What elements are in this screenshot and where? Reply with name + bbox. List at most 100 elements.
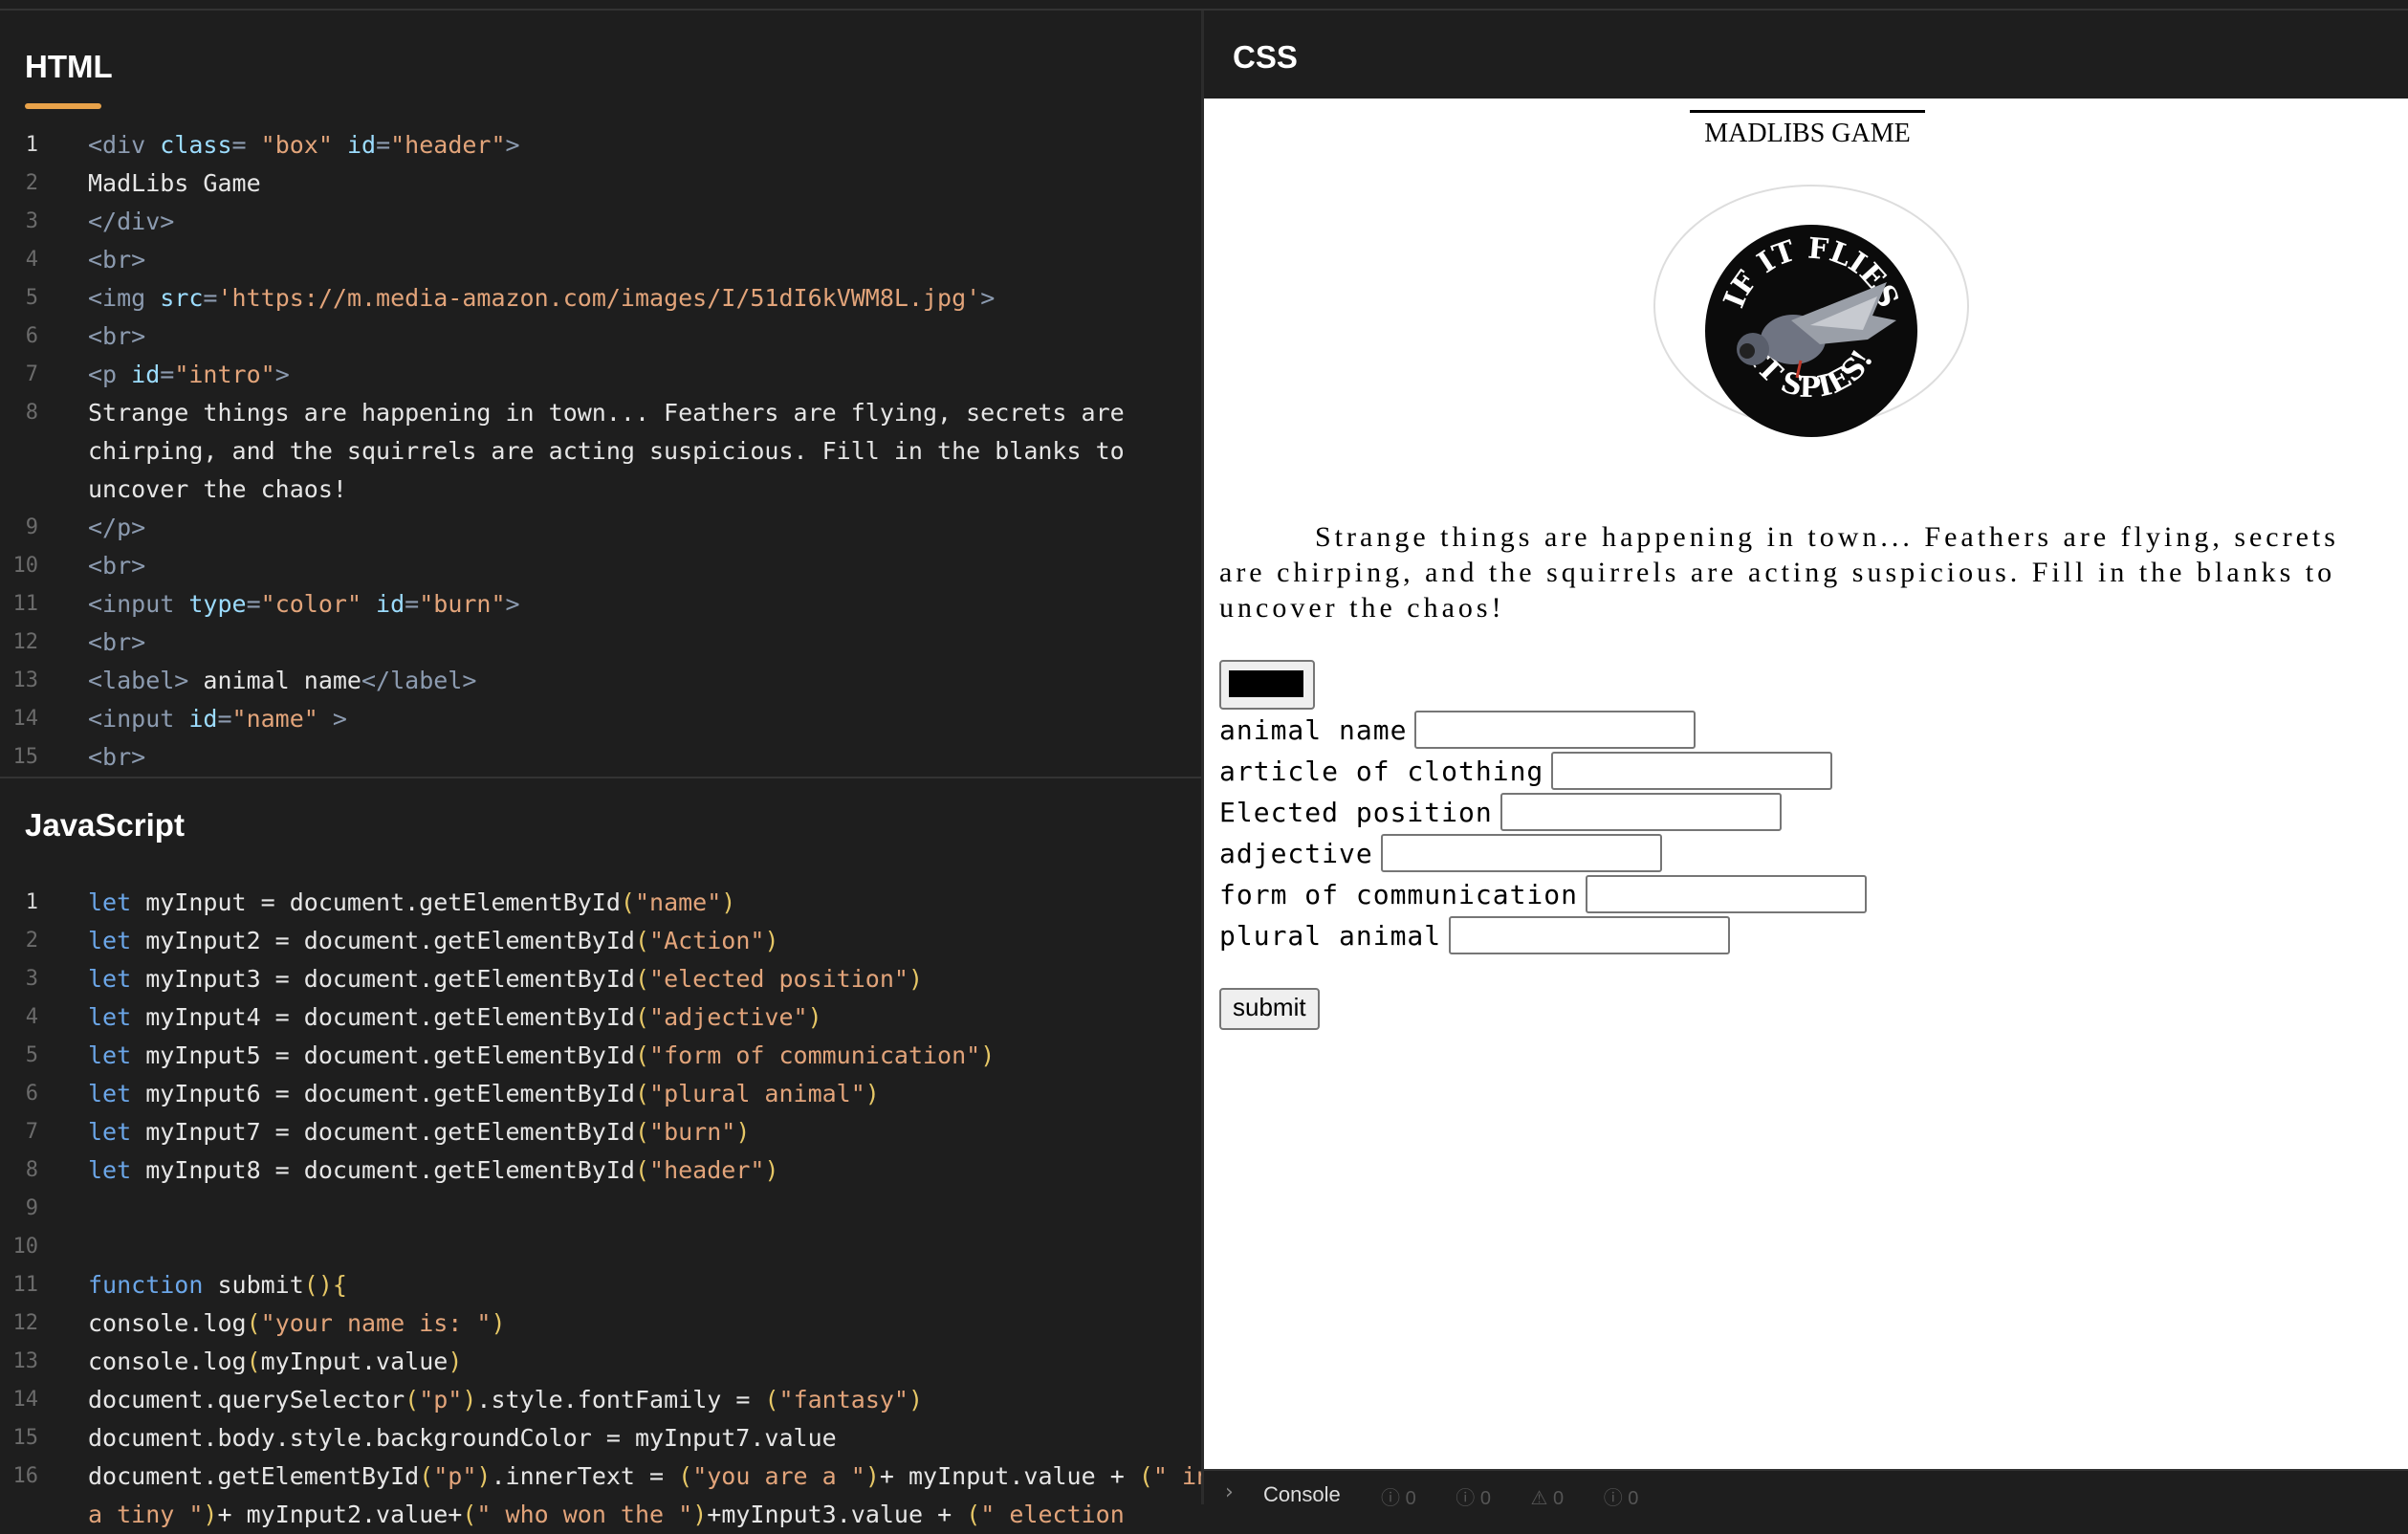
code-line: 8 let myInput8 = document.getElementById(… [0, 1151, 1201, 1190]
code-line: 4 let myInput4 = document.getElementById(… [0, 998, 1201, 1037]
css-pane-title[interactable]: CSS [1233, 39, 1298, 76]
line-number: 9 [25, 515, 38, 539]
code-line: 1 let myInput = document.getElementById("… [0, 884, 1201, 922]
field-label: Elected position [1219, 796, 1493, 828]
adjective-input[interactable] [1380, 834, 1662, 872]
form-of-communication-field: form of communication [1219, 875, 1868, 913]
field-label: animal name [1219, 713, 1408, 746]
code-text[interactable]: let myInput8 = document.getElementById("… [88, 1151, 1192, 1190]
line-number: 1 [25, 890, 38, 914]
warning-count: ⚠ 0 [1530, 1488, 1565, 1509]
code-text[interactable]: let myInput5 = document.getElementById("… [88, 1037, 1192, 1075]
code-line: 8 Strange things are happening in town..… [0, 394, 1201, 509]
code-text[interactable]: Strange things are happening in town... … [88, 394, 1130, 509]
line-number: 8 [25, 401, 38, 425]
line-number: 2 [25, 929, 38, 953]
code-text-wrapped[interactable]: a tiny ")+ myInput2.value+(" who won the… [88, 1496, 1192, 1534]
code-text[interactable]: <br> [88, 241, 1192, 279]
line-number: 14 [12, 707, 39, 731]
preview-pane: MADLIBS GAME IF IT FLIES IT SPIES! [1204, 99, 2408, 1469]
console-bar[interactable]: › Console ⓘ 0 ⓘ 0 ⚠ 0 ⓘ 0 [1204, 1469, 2408, 1509]
line-number: 13 [12, 668, 39, 692]
code-text[interactable]: <input id="name" > [88, 700, 1192, 738]
line-number: 12 [12, 630, 39, 654]
code-line: 15 <br> [0, 738, 1201, 777]
code-line: 3 </div> [0, 203, 1201, 241]
html-pane-title[interactable]: HTML [25, 49, 113, 85]
intro-paragraph: Strange things are happening in town... … [1219, 521, 2339, 624]
code-text[interactable]: let myInput = document.getElementById("n… [88, 884, 1192, 922]
code-line: 12 console.log("your name is: ") [0, 1304, 1201, 1343]
console-label[interactable]: Console [1263, 1482, 1341, 1507]
animal-name-field: animal name [1219, 711, 1697, 749]
elected-position-input[interactable] [1500, 793, 1782, 831]
code-text[interactable]: let myInput3 = document.getElementById("… [88, 960, 1192, 998]
code-text[interactable]: let myInput6 = document.getElementById("… [88, 1075, 1192, 1113]
animal-name-input[interactable] [1414, 711, 1697, 749]
code-text[interactable]: document.querySelector("p").style.fontFa… [88, 1381, 1192, 1419]
line-number: 15 [12, 745, 39, 769]
code-line: 13 console.log(myInput.value) [0, 1343, 1201, 1381]
code-text[interactable]: </p> [88, 509, 1192, 547]
html-code-editor[interactable]: 1 <div class= "box" id="header"> 2 MadLi… [0, 126, 1201, 777]
elected-position-field: Elected position [1219, 793, 1782, 831]
code-text[interactable]: <input type="color" id="burn"> [88, 585, 1192, 624]
color-picker[interactable] [1219, 660, 1315, 710]
code-text[interactable]: function submit(){ [88, 1266, 1192, 1304]
code-text[interactable]: let myInput4 = document.getElementById("… [88, 998, 1192, 1037]
pane-divider[interactable] [0, 777, 1201, 778]
top-bar [0, 0, 2408, 11]
code-line: 7 <p id="intro"> [0, 356, 1201, 394]
code-text[interactable]: <br> [88, 547, 1192, 585]
code-text[interactable]: <br> [88, 318, 1192, 356]
code-text[interactable]: <p id="intro"> [88, 356, 1192, 394]
form-of-communication-input[interactable] [1586, 875, 1868, 913]
line-number: 3 [25, 967, 38, 991]
field-label: adjective [1219, 837, 1373, 869]
code-text[interactable]: <br> [88, 624, 1192, 662]
code-line: 6 let myInput6 = document.getElementById(… [0, 1075, 1201, 1113]
line-number: 14 [12, 1388, 39, 1412]
line-number: 5 [25, 286, 38, 310]
code-text[interactable]: document.body.style.backgroundColor = my… [88, 1419, 1192, 1457]
code-line: 11 function submit(){ [0, 1266, 1201, 1304]
js-code-editor[interactable]: 1 let myInput = document.getElementById("… [0, 884, 1212, 1534]
article-of-clothing-input[interactable] [1551, 752, 1833, 790]
code-line: 9 [0, 1190, 1201, 1228]
plural-animal-input[interactable] [1449, 916, 1731, 954]
js-pane-title[interactable]: JavaScript [25, 807, 185, 844]
code-text[interactable]: <img src='https://m.media-amazon.com/ima… [88, 279, 1192, 318]
code-text[interactable]: <br> [88, 738, 1192, 777]
logo-image: IF IT FLIES IT SPIES! [1653, 185, 1969, 437]
code-text[interactable]: document.getElementById("p").innerText =… [88, 1457, 1211, 1496]
submit-button[interactable]: submit [1219, 988, 1320, 1030]
code-text[interactable]: console.log(myInput.value) [88, 1343, 1192, 1381]
pigeon-sticker: IF IT FLIES IT SPIES! [1705, 225, 1917, 437]
line-number: 15 [12, 1426, 39, 1450]
code-line: 14 document.querySelector("p").style.font… [0, 1381, 1201, 1419]
line-number: 4 [25, 1005, 38, 1029]
code-line: 5 let myInput5 = document.getElementById(… [0, 1037, 1201, 1075]
code-line: 7 let myInput7 = document.getElementById(… [0, 1113, 1201, 1151]
code-text[interactable]: </div> [88, 203, 1192, 241]
pigeon-logo-icon: IF IT FLIES IT SPIES! [1718, 231, 1905, 405]
line-number: 3 [25, 209, 38, 233]
line-number: 8 [25, 1158, 38, 1182]
code-line: 3 let myInput3 = document.getElementById(… [0, 960, 1201, 998]
line-number: 2 [25, 171, 38, 195]
code-line: 14 <input id="name" > [0, 700, 1201, 738]
code-text[interactable]: let myInput2 = document.getElementById("… [88, 922, 1192, 960]
code-text[interactable]: console.log("your name is: ") [88, 1304, 1192, 1343]
code-line: 10 [0, 1228, 1201, 1266]
code-text[interactable]: <div class= "box" id="header"> [88, 126, 1192, 164]
code-line: 15 document.body.style.backgroundColor = … [0, 1419, 1201, 1457]
css-pane-header: CSS [1204, 11, 2408, 99]
code-text[interactable]: MadLibs Game [88, 164, 1192, 203]
chevron-right-icon[interactable]: › [1225, 1480, 1234, 1504]
code-text[interactable]: <label> animal name</label> [88, 662, 1192, 700]
code-line: 11 <input type="color" id="burn"> [0, 585, 1201, 624]
html-tab-underline [25, 103, 101, 109]
adjective-field: adjective [1219, 834, 1662, 872]
code-text[interactable]: let myInput7 = document.getElementById("… [88, 1113, 1192, 1151]
code-line: 4 <br> [0, 241, 1201, 279]
